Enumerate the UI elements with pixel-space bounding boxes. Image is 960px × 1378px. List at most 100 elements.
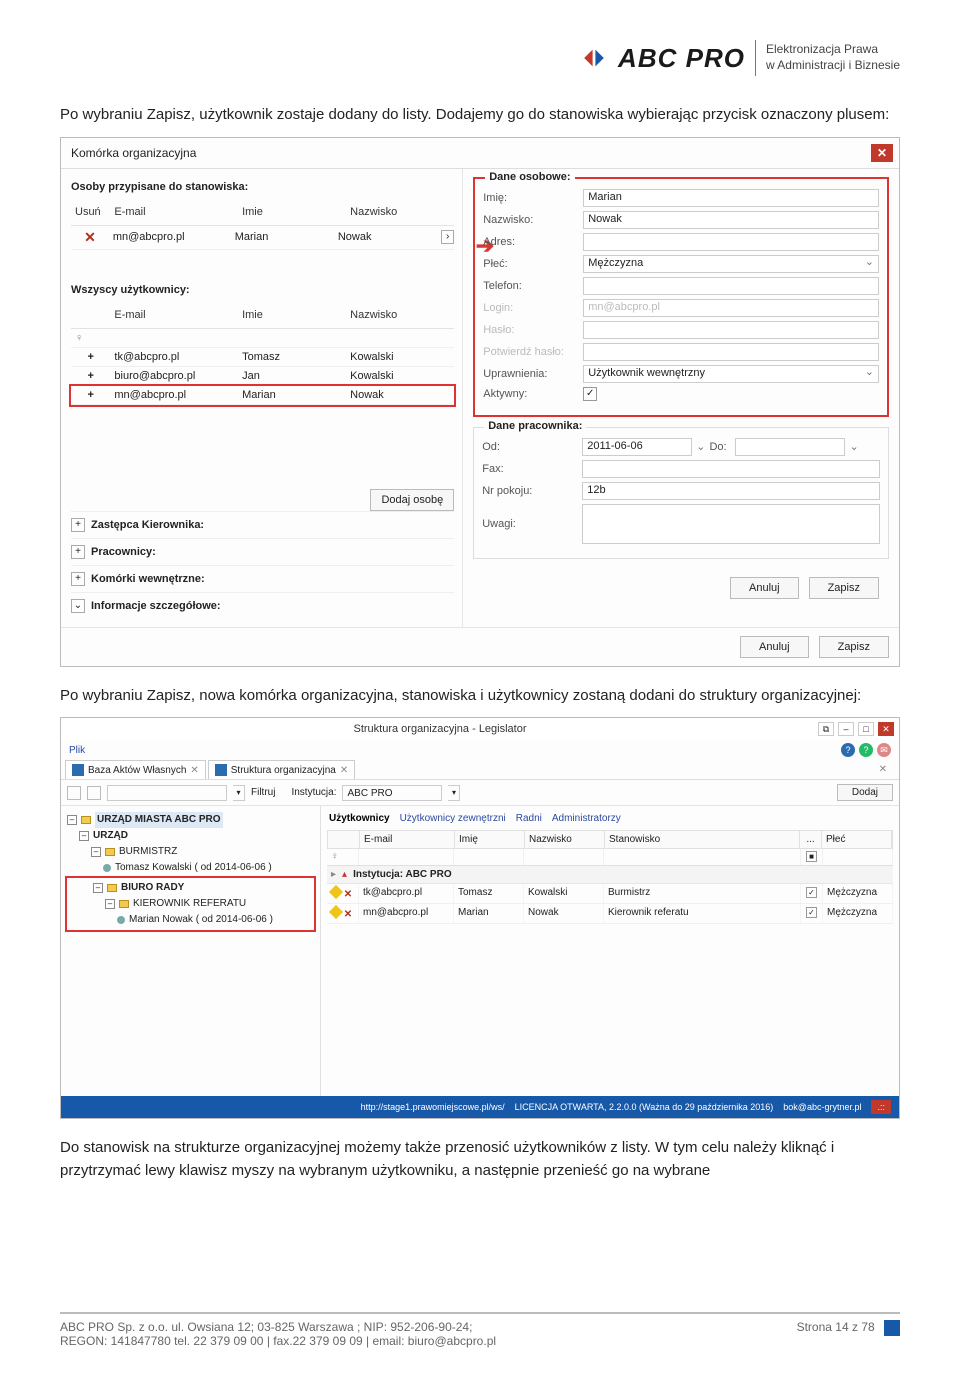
person-icon <box>117 916 125 924</box>
page-marker-icon <box>884 1320 900 1336</box>
users-grid-header: E-mail Imie Nazwisko <box>71 302 454 329</box>
tree-node[interactable]: –URZĄD <box>67 828 314 844</box>
user-row[interactable]: + biuro@abcpro.pl Jan Kowalski <box>71 367 454 386</box>
remove-icon[interactable]: ✕ <box>71 226 109 249</box>
add-icon[interactable]: + <box>71 386 110 404</box>
grid-row[interactable]: ✕ mn@abcpro.pl Marian Nowak Kierownik re… <box>327 904 893 924</box>
expander-deputy[interactable]: + Zastępca Kierownika: <box>71 511 454 538</box>
folder-icon <box>105 848 115 856</box>
add-button[interactable]: Dodaj <box>837 784 893 801</box>
window-title: Struktura organizacyjna - Legislator <box>66 721 814 737</box>
plus-icon: + <box>71 518 85 532</box>
gender-select[interactable]: Mężczyzna <box>583 255 879 273</box>
firstname-field[interactable]: Marian <box>583 189 879 207</box>
dialog-cancel-button[interactable]: Anuluj <box>740 636 809 658</box>
cat-external[interactable]: Użytkownicy zewnętrzni <box>400 813 506 824</box>
edit-icon[interactable] <box>329 885 343 899</box>
grid-row[interactable]: ✕ tk@abcpro.pl Tomasz Kowalski Burmistrz… <box>327 884 893 904</box>
tab-close-icon[interactable]: ✕ <box>340 765 348 776</box>
dialog-window: Komórka organizacyjna ✕ Osoby przypisane… <box>60 137 900 667</box>
help-icon[interactable]: ? <box>841 743 855 757</box>
paragraph-2: Po wybraniu Zapisz, nowa komórka organiz… <box>60 685 900 708</box>
row-checkbox[interactable]: ✓ <box>806 907 817 918</box>
cat-admins[interactable]: Administratorzy <box>552 813 621 824</box>
plus-icon: + <box>71 572 85 586</box>
edit-icon[interactable] <box>329 905 343 919</box>
user-row[interactable]: + tk@abcpro.pl Tomasz Kowalski <box>71 348 454 367</box>
tab-baza[interactable]: Baza Aktów Własnych ✕ <box>65 760 206 779</box>
cancel-button[interactable]: Anuluj <box>730 577 799 599</box>
delete-icon[interactable]: ✕ <box>344 889 352 900</box>
filter-checkbox[interactable]: ■ <box>806 851 817 862</box>
permissions-select[interactable]: Użytkownik wewnętrzny <box>583 365 879 383</box>
room-field[interactable]: 12b <box>582 482 880 500</box>
phone-field[interactable] <box>583 277 879 295</box>
address-field[interactable] <box>583 233 879 251</box>
status-bar: http://stage1.prawomiejscowe.pl/ws/ LICE… <box>61 1096 899 1118</box>
menu-file[interactable]: Plik <box>61 742 93 759</box>
tree-node[interactable]: Tomasz Kowalski ( od 2014-06-06 ) <box>67 860 314 876</box>
assigned-grid-header: Usuń E-mail Imie Nazwisko <box>71 199 454 226</box>
fieldset-worker: Dane pracownika: Od: 2011-06-06 ⌄ Do: ⌄ … <box>473 427 889 559</box>
grid-group-row[interactable]: ▸ ▴ Instytucja: ABC PRO <box>327 866 893 884</box>
restore-icon[interactable]: ⧉ <box>818 722 834 736</box>
lastname-field[interactable]: Nowak <box>583 211 879 229</box>
chevron-down-icon: ⌄ <box>71 599 85 613</box>
toolbar-icon[interactable] <box>87 786 101 800</box>
expander-workers[interactable]: + Pracownicy: <box>71 538 454 565</box>
close-icon[interactable]: ✕ <box>871 144 893 162</box>
row-checkbox[interactable]: ✓ <box>806 887 817 898</box>
page-footer: ABC PRO Sp. z o.o. ul. Owsiana 12; 03-82… <box>60 1312 900 1348</box>
tab-close-icon[interactable]: ✕ <box>190 765 198 776</box>
institution-select[interactable]: ABC PRO <box>342 785 442 801</box>
tab-structure[interactable]: Struktura organizacyjna ✕ <box>208 760 355 779</box>
save-button[interactable]: Zapisz <box>809 577 879 599</box>
tree-node[interactable]: –KIEROWNIK REFERATU <box>69 896 312 912</box>
filter-row[interactable]: ♀ <box>71 329 454 348</box>
assigned-row[interactable]: ✕ mn@abcpro.pl Marian Nowak › <box>71 226 454 250</box>
dialog-save-button[interactable]: Zapisz <box>819 636 889 658</box>
expander-details[interactable]: ⌄ Informacje szczegółowe: <box>71 592 454 619</box>
date-from-field[interactable]: 2011-06-06 <box>582 438 692 456</box>
minimize-icon[interactable]: – <box>838 722 854 736</box>
active-checkbox[interactable]: ✓ <box>583 387 597 401</box>
close-icon[interactable]: ✕ <box>878 722 894 736</box>
doc-icon <box>215 764 227 776</box>
fax-field[interactable] <box>582 460 880 478</box>
all-users-header: Wszyscy użytkownicy: <box>71 284 454 296</box>
grid-filter-row[interactable]: ♀ ■ <box>327 849 893 866</box>
expander-internal-cells[interactable]: + Komórki wewnętrzne: <box>71 565 454 592</box>
logo-separator <box>755 40 756 76</box>
folder-icon <box>81 816 91 824</box>
notes-field[interactable] <box>582 504 880 544</box>
tree-node[interactable]: –BURMISTRZ <box>67 844 314 860</box>
maximize-icon[interactable]: □ <box>858 722 874 736</box>
info-icon[interactable]: ? <box>859 743 873 757</box>
detail-arrow-icon[interactable]: › <box>441 230 454 244</box>
filter-input[interactable] <box>107 785 227 801</box>
cat-users[interactable]: Użytkownicy <box>329 813 390 824</box>
delete-icon[interactable]: ✕ <box>344 909 352 920</box>
add-person-button[interactable]: Dodaj osobę <box>370 489 454 511</box>
toolbar-icon[interactable] <box>67 786 81 800</box>
tabs-close-all-icon[interactable]: ✕ <box>879 764 895 775</box>
institution-label: Instytucja: <box>291 787 336 798</box>
tree-node[interactable]: Marian Nowak ( od 2014-06-06 ) <box>69 912 312 928</box>
dialog-title: Komórka organizacyjna <box>71 146 196 160</box>
user-row-highlighted[interactable]: + mn@abcpro.pl Marian Nowak <box>71 386 454 405</box>
password-field <box>583 321 879 339</box>
mail-icon[interactable]: ✉ <box>877 743 891 757</box>
filter-dropdown-icon[interactable]: ▾ <box>233 785 245 801</box>
date-to-field[interactable] <box>735 438 845 456</box>
logo-text: ABC PRO <box>618 43 745 74</box>
institution-dropdown-icon[interactable]: ▾ <box>448 785 460 801</box>
cat-councillors[interactable]: Radni <box>516 813 542 824</box>
tree-node[interactable]: –URZĄD MIASTA ABC PRO <box>67 812 314 828</box>
paragraph-3: Do stanowisk na strukturze organizacyjne… <box>60 1137 900 1182</box>
add-icon[interactable]: + <box>71 348 110 366</box>
tree-node[interactable]: –BIURO RADY <box>69 880 312 896</box>
person-icon <box>103 864 111 872</box>
assigned-header: Osoby przypisane do stanowiska: <box>71 181 454 193</box>
page-number: Strona 14 z 78 <box>797 1320 875 1334</box>
add-icon[interactable]: + <box>71 367 110 385</box>
